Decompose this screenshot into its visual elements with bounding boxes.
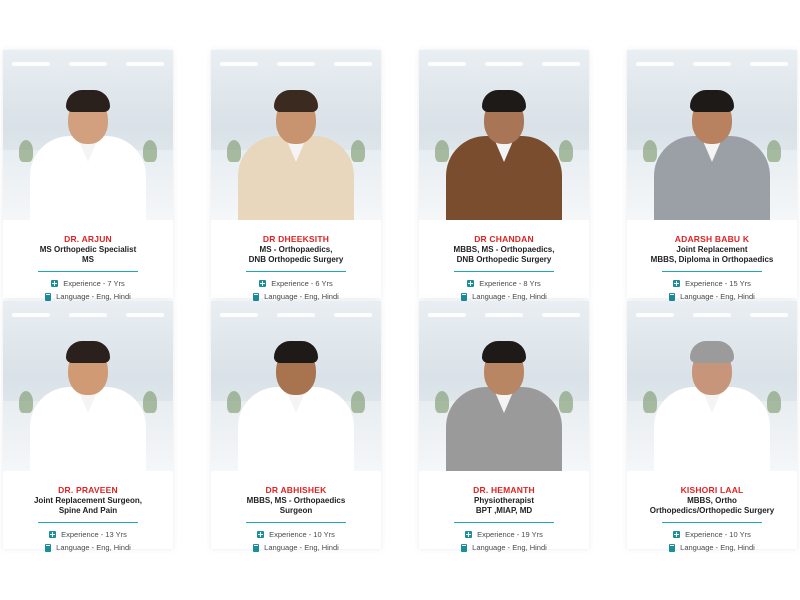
- doctor-avatar: [28, 331, 148, 471]
- doctor-avatar: [444, 80, 564, 220]
- doctor-name[interactable]: DR ABHISHEK: [211, 485, 381, 496]
- experience-text: Experience - 15 Yrs: [685, 279, 751, 288]
- experience-text: Experience - 10 Yrs: [685, 530, 751, 539]
- doctor-name[interactable]: DR. HEMANTH: [419, 485, 589, 496]
- divider: [38, 522, 138, 523]
- medical-plus-icon: [467, 280, 475, 287]
- doctor-photo: [419, 50, 589, 220]
- doctor-grid: DR. ARJUN MS Orthopedic Specialist MS Ex…: [0, 0, 800, 600]
- medical-plus-icon: [673, 531, 681, 538]
- experience-text: Experience - 8 Yrs: [479, 279, 541, 288]
- doctor-qualification-2: MS: [82, 255, 94, 264]
- doctor-qualification-1: MS - Orthopaedics,: [259, 245, 333, 254]
- doctor-card[interactable]: DR CHANDAN MBBS, MS - Orthopaedics, DNB …: [419, 50, 589, 301]
- doctor-photo: [627, 301, 797, 471]
- language-book-icon: [461, 292, 468, 301]
- doctor-qualification-2: Surgeon: [279, 506, 313, 515]
- divider: [662, 522, 762, 523]
- divider: [246, 271, 346, 272]
- language-book-icon: [45, 292, 52, 301]
- medical-plus-icon: [465, 531, 473, 538]
- doctor-name[interactable]: DR DHEEKSITH: [211, 234, 381, 245]
- doctor-photo: [419, 301, 589, 471]
- doctor-qualification-1: MS Orthopedic Specialist: [39, 245, 137, 254]
- doctor-avatar: [236, 331, 356, 471]
- doctor-card[interactable]: DR ABHISHEK MBBS, MS - Orthopaedics Surg…: [211, 301, 381, 552]
- doctor-name[interactable]: ADARSH BABU K: [627, 234, 797, 245]
- language-text: Language - Eng, Hindi: [56, 543, 131, 552]
- doctor-photo: [3, 50, 173, 220]
- doctor-card[interactable]: KISHORI LAAL MBBS, Ortho Orthopedics/Ort…: [627, 301, 797, 552]
- doctor-qualification-1: Physiotherapist: [473, 496, 534, 505]
- medical-plus-icon: [673, 280, 681, 287]
- doctor-qualification-1: MBBS, Ortho: [687, 496, 737, 505]
- language-text: Language - Eng, Hindi: [472, 543, 547, 552]
- divider: [454, 522, 554, 523]
- doctor-name[interactable]: KISHORI LAAL: [627, 485, 797, 496]
- doctor-qualification-2: MBBS, Diploma in Orthopaedics: [650, 255, 774, 264]
- experience-text: Experience - 13 Yrs: [61, 530, 127, 539]
- doctor-qualification-2: Spine And Pain: [58, 506, 118, 515]
- doctor-qualification-1: MBBS, MS - Orthopaedics: [246, 496, 346, 505]
- divider: [38, 271, 138, 272]
- doctor-avatar: [652, 80, 772, 220]
- doctor-qualification-1: MBBS, MS - Orthopaedics,: [453, 245, 555, 254]
- doctor-name[interactable]: DR. PRAVEEN: [3, 485, 173, 496]
- doctor-avatar: [236, 80, 356, 220]
- language-text: Language - Eng, Hindi: [264, 543, 339, 552]
- medical-plus-icon: [51, 280, 59, 287]
- doctor-card[interactable]: DR. ARJUN MS Orthopedic Specialist MS Ex…: [3, 50, 173, 301]
- medical-plus-icon: [259, 280, 267, 287]
- doctor-qualification-2: DNB Orthopedic Surgery: [248, 255, 344, 264]
- language-book-icon: [253, 543, 260, 552]
- doctor-name[interactable]: DR. ARJUN: [3, 234, 173, 245]
- doctor-avatar: [28, 80, 148, 220]
- doctor-photo: [627, 50, 797, 220]
- doctor-qualification-2: DNB Orthopedic Surgery: [456, 255, 552, 264]
- doctor-qualification-1: Joint Replacement: [676, 245, 748, 254]
- doctor-photo: [3, 301, 173, 471]
- doctor-card[interactable]: DR. PRAVEEN Joint Replacement Surgeon, S…: [3, 301, 173, 552]
- language-book-icon: [253, 292, 260, 301]
- doctor-avatar: [444, 331, 564, 471]
- medical-plus-icon: [49, 531, 57, 538]
- divider: [454, 271, 554, 272]
- language-book-icon: [45, 543, 52, 552]
- divider: [246, 522, 346, 523]
- doctor-qualification-2: BPT ,MIAP, MD: [475, 506, 533, 515]
- language-book-icon: [669, 292, 676, 301]
- doctor-photo: [211, 301, 381, 471]
- doctor-card[interactable]: ADARSH BABU K Joint Replacement MBBS, Di…: [627, 50, 797, 301]
- doctor-name[interactable]: DR CHANDAN: [419, 234, 589, 245]
- divider: [662, 271, 762, 272]
- language-book-icon: [461, 543, 468, 552]
- experience-text: Experience - 7 Yrs: [63, 279, 125, 288]
- language-text: Language - Eng, Hindi: [680, 543, 755, 552]
- doctor-card[interactable]: DR. HEMANTH Physiotherapist BPT ,MIAP, M…: [419, 301, 589, 552]
- experience-text: Experience - 6 Yrs: [271, 279, 333, 288]
- experience-text: Experience - 10 Yrs: [269, 530, 335, 539]
- doctor-qualification-2: Orthopedics/Orthopedic Surgery: [649, 506, 775, 515]
- doctor-avatar: [652, 331, 772, 471]
- doctor-qualification-1: Joint Replacement Surgeon,: [33, 496, 143, 505]
- medical-plus-icon: [257, 531, 265, 538]
- doctor-photo: [211, 50, 381, 220]
- experience-text: Experience - 19 Yrs: [477, 530, 543, 539]
- language-book-icon: [669, 543, 676, 552]
- doctor-card[interactable]: DR DHEEKSITH MS - Orthopaedics, DNB Orth…: [211, 50, 381, 301]
